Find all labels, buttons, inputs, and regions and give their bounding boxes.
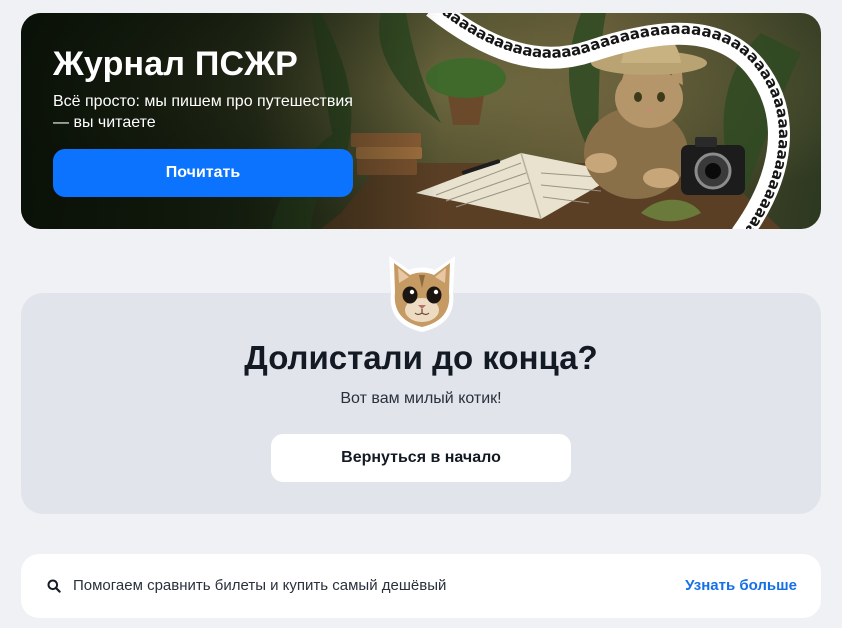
learn-more-link[interactable]: Узнать больше	[685, 577, 797, 594]
info-text: Помогаем сравнить билеты и купить самый …	[73, 577, 447, 594]
read-button[interactable]: Почитать	[53, 149, 353, 197]
back-to-top-button[interactable]: Вернуться в начало	[271, 434, 571, 482]
end-title: Долистали до конца?	[244, 339, 598, 376]
info-strip: Помогаем сравнить билеты и купить самый …	[21, 554, 821, 618]
banner-title: Журнал ПСЖР	[53, 45, 299, 83]
journal-banner[interactable]: аааааааааааааааааааааааааааааааааааааааа…	[21, 13, 821, 229]
end-subtitle: Вот вам милый котик!	[340, 390, 502, 407]
banner-subtitle: Всё просто: мы пишем про путешествия — в…	[53, 93, 353, 131]
search-icon	[47, 579, 61, 593]
cat-face-sticker	[389, 256, 455, 332]
